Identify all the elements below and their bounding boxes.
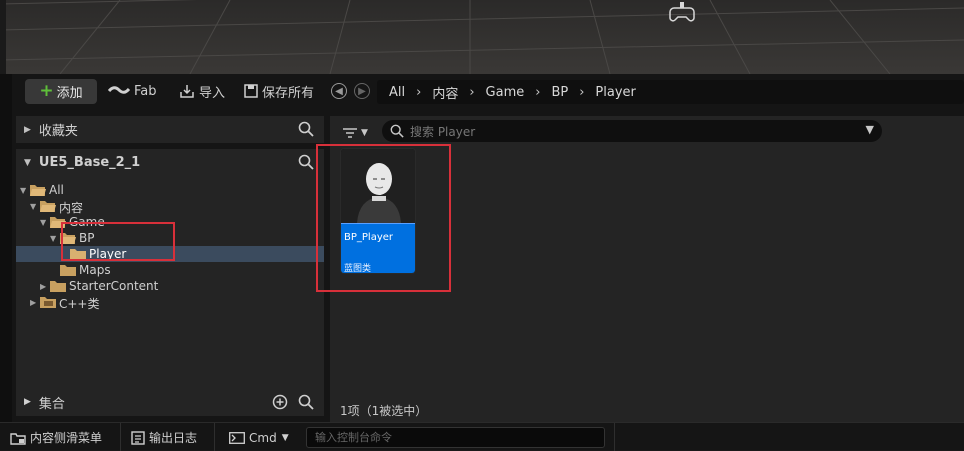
level-viewport[interactable] xyxy=(0,0,964,74)
expand-right-icon[interactable]: ▶ xyxy=(30,298,36,307)
chevron-right-icon[interactable]: › xyxy=(579,85,584,100)
add-button[interactable]: + 添加 xyxy=(25,79,97,104)
forward-button[interactable]: ▶ xyxy=(354,83,370,99)
chevron-down-icon: ▼ xyxy=(281,432,289,443)
expand-down-icon[interactable]: ▼ xyxy=(24,158,31,168)
output-log-icon xyxy=(131,430,145,445)
content-drawer-icon xyxy=(10,432,26,445)
expand-down-icon[interactable]: ▼ xyxy=(40,218,46,227)
console-command-input[interactable]: 输入控制台命令 xyxy=(306,427,605,448)
plus-icon: + xyxy=(39,81,54,101)
gamepad-icon[interactable] xyxy=(668,2,696,24)
tree-item-content[interactable]: ▼ 内容 xyxy=(16,198,324,215)
expand-right-icon[interactable]: ▶ xyxy=(40,282,46,291)
back-button[interactable]: ◀ xyxy=(331,83,347,99)
fab-button[interactable]: Fab xyxy=(108,82,157,100)
folder-open-icon xyxy=(40,201,56,212)
side-gutter xyxy=(0,74,12,422)
save-all-button[interactable]: 保存所有 xyxy=(244,82,315,101)
chevron-right-icon[interactable]: › xyxy=(535,85,540,100)
expand-right-icon[interactable]: ▶ xyxy=(24,125,31,135)
viewport-grid-floor xyxy=(0,0,964,74)
favorites-header[interactable]: ▶ 收藏夹 xyxy=(16,116,324,143)
search-placeholder: 搜索 Player xyxy=(410,124,476,139)
divider xyxy=(120,423,121,451)
output-log-label: 输出日志 xyxy=(149,431,198,445)
tree-item-label: StarterContent xyxy=(69,279,159,293)
breadcrumb: All › 内容 › Game › BP › Player xyxy=(377,80,964,104)
annotation-highlight-asset xyxy=(316,144,451,292)
add-button-label: 添加 xyxy=(56,86,83,101)
expand-down-icon[interactable]: ▼ xyxy=(50,234,56,243)
fab-icon xyxy=(108,86,130,94)
tree-item-label: C++类 xyxy=(59,297,100,311)
save-icon xyxy=(244,84,258,98)
chevron-down-icon[interactable]: ▼ xyxy=(866,123,874,136)
content-drawer-label: 内容侧滑菜单 xyxy=(30,431,103,445)
tree-item-startercontent[interactable]: ▶ StarterContent xyxy=(16,278,324,294)
filter-icon xyxy=(343,128,357,138)
terminal-icon xyxy=(229,431,245,444)
cpp-folder-icon xyxy=(40,297,56,308)
tree-item-all[interactable]: ▼ All xyxy=(16,182,324,198)
content-drawer-button[interactable]: 内容侧滑菜单 xyxy=(10,429,102,446)
breadcrumb-item-content[interactable]: 内容 xyxy=(432,83,458,102)
selection-status: 1项（1被选中） xyxy=(340,404,428,418)
asset-search-input[interactable]: 搜索 Player ▼ xyxy=(382,120,882,142)
breadcrumb-item-game[interactable]: Game xyxy=(486,85,525,100)
divider xyxy=(214,423,215,451)
folder-icon xyxy=(60,265,76,276)
add-circle-icon[interactable] xyxy=(272,394,288,410)
annotation-highlight-player-folder xyxy=(61,222,175,261)
expand-right-icon[interactable]: ▶ xyxy=(24,397,31,407)
chevron-right-icon[interactable]: › xyxy=(416,85,421,100)
status-bar: 内容侧滑菜单 输出日志 Cmd ▼ 输入控制台命令 xyxy=(0,422,964,451)
tree-item-label: Maps xyxy=(79,263,111,277)
expand-down-icon[interactable]: ▼ xyxy=(20,186,26,195)
project-label: UE5_Base_2_1 xyxy=(38,155,141,170)
import-button-label: 导入 xyxy=(199,85,226,101)
sources-panel: ▶ 收藏夹 ▼ UE5_Base_2_1 ▼ All ▼ 内容 ▼ Game ▼… xyxy=(16,116,324,416)
search-icon xyxy=(390,124,404,138)
divider xyxy=(614,423,615,451)
arrow-right-icon: ▶ xyxy=(358,85,366,97)
search-icon[interactable] xyxy=(298,121,314,137)
tree-item-label: All xyxy=(49,183,64,197)
project-header[interactable]: ▼ UE5_Base_2_1 xyxy=(16,149,324,176)
fab-button-label: Fab xyxy=(134,83,157,99)
tree-item-cpp-classes[interactable]: ▶ C++类 xyxy=(16,294,324,311)
favorites-label: 收藏夹 xyxy=(38,124,78,139)
import-button[interactable]: 导入 xyxy=(179,82,226,101)
output-log-button[interactable]: 输出日志 xyxy=(131,429,197,446)
breadcrumb-item-all[interactable]: All xyxy=(389,85,405,100)
expand-down-icon[interactable]: ▼ xyxy=(30,202,36,211)
search-icon[interactable] xyxy=(298,154,314,170)
breadcrumb-item-bp[interactable]: BP xyxy=(551,85,568,100)
save-all-button-label: 保存所有 xyxy=(262,85,315,101)
chevron-down-icon: ▼ xyxy=(361,128,368,138)
arrow-left-icon: ◀ xyxy=(335,85,343,97)
cmd-dropdown[interactable]: Cmd ▼ xyxy=(229,429,289,446)
import-icon xyxy=(180,85,194,98)
collections-header[interactable]: ▶ 集合 xyxy=(16,388,324,416)
search-icon[interactable] xyxy=(298,394,314,410)
folder-icon xyxy=(50,281,66,292)
collections-label: 集合 xyxy=(38,396,65,412)
breadcrumb-item-player[interactable]: Player xyxy=(595,85,635,100)
tree-item-maps[interactable]: Maps xyxy=(16,262,324,278)
chevron-right-icon[interactable]: › xyxy=(469,85,474,100)
folder-open-icon xyxy=(30,185,46,196)
filter-button[interactable]: ▼ xyxy=(342,124,376,142)
content-browser-toolbar: + 添加 Fab 导入 保存所有 ◀ ▶ All › 内容 › Game › B… xyxy=(12,74,964,108)
cmd-label: Cmd xyxy=(249,430,277,445)
